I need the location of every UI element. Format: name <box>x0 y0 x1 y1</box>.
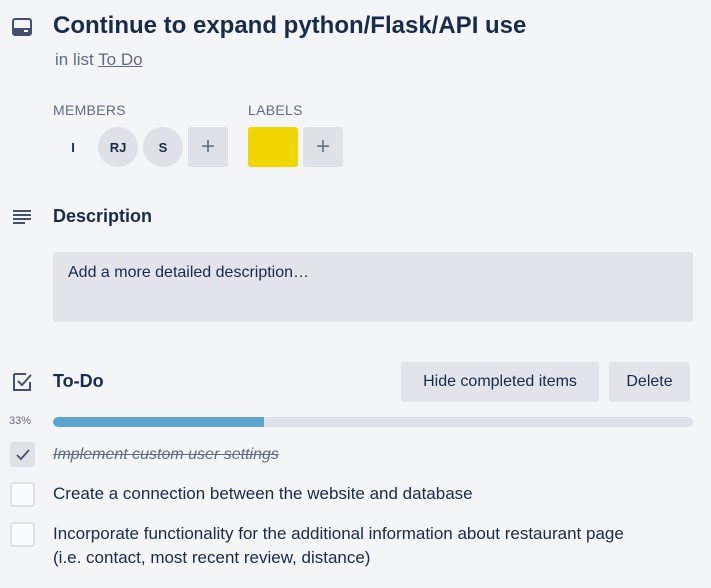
label-chip-yellow[interactable] <box>248 127 298 167</box>
checklist-item-checkbox[interactable] <box>10 442 35 467</box>
checklist-item-text-line1: Incorporate functionality for the additi… <box>53 524 624 543</box>
progress-bar <box>53 417 693 427</box>
members-label: MEMBERS <box>53 102 126 118</box>
checklist-item-text-line2: (i.e. contact, most recent review, dista… <box>53 548 371 567</box>
checklist-item-text[interactable]: Incorporate functionality for the additi… <box>53 522 693 570</box>
card-icon <box>11 16 33 38</box>
checklist-item-checkbox[interactable] <box>10 522 35 547</box>
description-icon <box>11 206 33 228</box>
checklist-icon <box>11 371 33 393</box>
checklist-title[interactable]: To-Do <box>53 371 104 392</box>
progress-percentage: 33% <box>9 415 32 427</box>
checklist-item-text[interactable]: Implement custom user settings <box>53 443 693 467</box>
delete-checklist-button[interactable]: Delete <box>609 362 690 402</box>
card-title[interactable]: Continue to expand python/Flask/API use <box>53 12 526 40</box>
add-label-button[interactable]: + <box>303 127 343 167</box>
checklist-item-text[interactable]: Create a connection between the website … <box>53 482 693 506</box>
avatar[interactable]: I <box>53 127 93 167</box>
checklist-item-checkbox[interactable] <box>10 482 35 507</box>
progress-bar-fill <box>53 417 265 427</box>
check-icon <box>15 448 30 460</box>
hide-completed-button[interactable]: Hide completed items <box>401 362 599 402</box>
add-member-button[interactable]: + <box>188 127 228 167</box>
description-heading: Description <box>53 206 153 226</box>
description-input[interactable]: Add a more detailed description… <box>53 252 693 322</box>
avatar[interactable]: RJ <box>98 127 138 167</box>
in-list-prefix: in list <box>55 50 94 69</box>
avatar[interactable]: S <box>143 127 183 167</box>
labels-label: LABELS <box>248 102 303 118</box>
list-link[interactable]: To Do <box>98 50 142 69</box>
in-list-text: in list To Do <box>55 50 143 70</box>
